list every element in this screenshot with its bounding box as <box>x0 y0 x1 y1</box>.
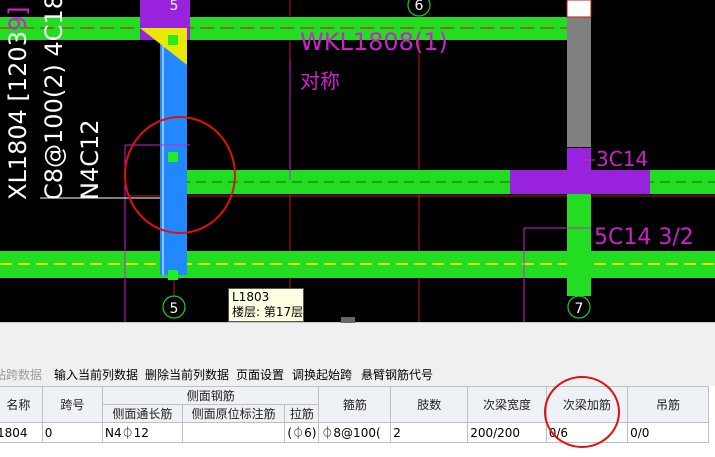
cell-side-orig[interactable] <box>181 422 286 443</box>
tooltip-name: L1803 <box>232 290 270 304</box>
header-name: 名称 <box>0 386 43 423</box>
axis-label-7: 7 <box>575 301 584 317</box>
splitter[interactable] <box>0 322 715 361</box>
span-table: 名称 跨号 侧面钢筋 箍筋 肢数 次梁宽度 次梁加筋 吊筋 侧面通长筋 侧面原位… <box>0 386 715 457</box>
paste-span-button[interactable]: 粘跨数据 <box>0 366 42 383</box>
beam-bottom[interactable] <box>0 251 715 278</box>
cad-canvas[interactable]: 5 6 5 7 WKL1808(1) 对称 3C14 5C14 3/2 XL18… <box>0 0 715 322</box>
header-side-orig: 侧面原位标注筋 <box>181 404 286 423</box>
beam-grey[interactable] <box>567 17 591 147</box>
axis-label-5-bottom: 5 <box>170 301 179 317</box>
header-stirrup: 箍筋 <box>318 386 392 423</box>
cantilever-code-button[interactable]: 悬臂钢筋代号 <box>361 366 433 383</box>
header-legs: 肢数 <box>390 386 469 423</box>
tooltip-floor: 楼层: 第17层 <box>232 305 304 319</box>
toolbar: 粘跨数据 输入当前列数据 删除当前列数据 页面设置 调换起始跨 悬臂钢筋代号 <box>0 360 715 386</box>
cell-legs[interactable]: 2 <box>390 422 469 443</box>
cell-secondary-add[interactable]: 0/6 <box>545 422 629 443</box>
delete-column-button[interactable]: 删除当前列数据 <box>145 366 229 383</box>
header-secondary-width: 次梁宽度 <box>467 386 547 423</box>
beam-label-wkl1808: WKL1808(1) <box>300 28 448 56</box>
header-secondary-add: 次梁加筋 <box>545 386 629 423</box>
beam-label-symmetric: 对称 <box>300 69 340 93</box>
header-side-through: 侧面通长筋 <box>102 404 183 423</box>
rebar-label-3c14: 3C14 <box>596 147 648 171</box>
column-axis-7[interactable] <box>510 170 650 194</box>
header-span-no: 跨号 <box>41 386 104 423</box>
drawing-svg: 5 6 5 7 WKL1808(1) 对称 3C14 5C14 3/2 XL18… <box>0 0 715 322</box>
switch-start-span-button[interactable]: 调换起始跨 <box>292 366 352 383</box>
page-setup-button[interactable]: 页面设置 <box>236 366 284 383</box>
vertical-annotation-1: XL1804 [12039] 2 <box>4 0 32 200</box>
axis-label-6: 6 <box>415 0 424 14</box>
cell-tie[interactable]: (⏀6) <box>284 422 320 443</box>
vertical-annotation-3: N4C12 <box>76 119 104 200</box>
header-side-rebar-group: 侧面钢筋 <box>102 386 320 405</box>
input-column-button[interactable]: 输入当前列数据 <box>54 366 138 383</box>
table-row[interactable]: 1804 0 N4⏀12 (⏀6) ⏀8@100( 2 200/200 0/6 … <box>0 422 709 443</box>
splitter-handle[interactable] <box>341 317 355 323</box>
rebar-label-5c14: 5C14 3/2 <box>594 225 694 250</box>
axis-label-5-top: 5 <box>170 0 179 14</box>
cell-secondary-width[interactable]: 200/200 <box>467 422 547 443</box>
header-tie: 拉筋 <box>284 404 320 423</box>
vertical-annotation-2: C8@100(2) 4C18 <box>40 0 68 200</box>
cell-hanger[interactable]: 0/0 <box>627 422 709 443</box>
cell-name[interactable]: 1804 <box>0 422 43 443</box>
cell-stirrup[interactable]: ⏀8@100( <box>318 422 392 443</box>
tooltip: L1803 楼层: 第17层 <box>228 288 304 322</box>
header-hanger: 吊筋 <box>627 386 709 423</box>
cell-side-through[interactable]: N4⏀12 <box>102 422 183 443</box>
cell-span-no[interactable]: 0 <box>41 422 104 443</box>
